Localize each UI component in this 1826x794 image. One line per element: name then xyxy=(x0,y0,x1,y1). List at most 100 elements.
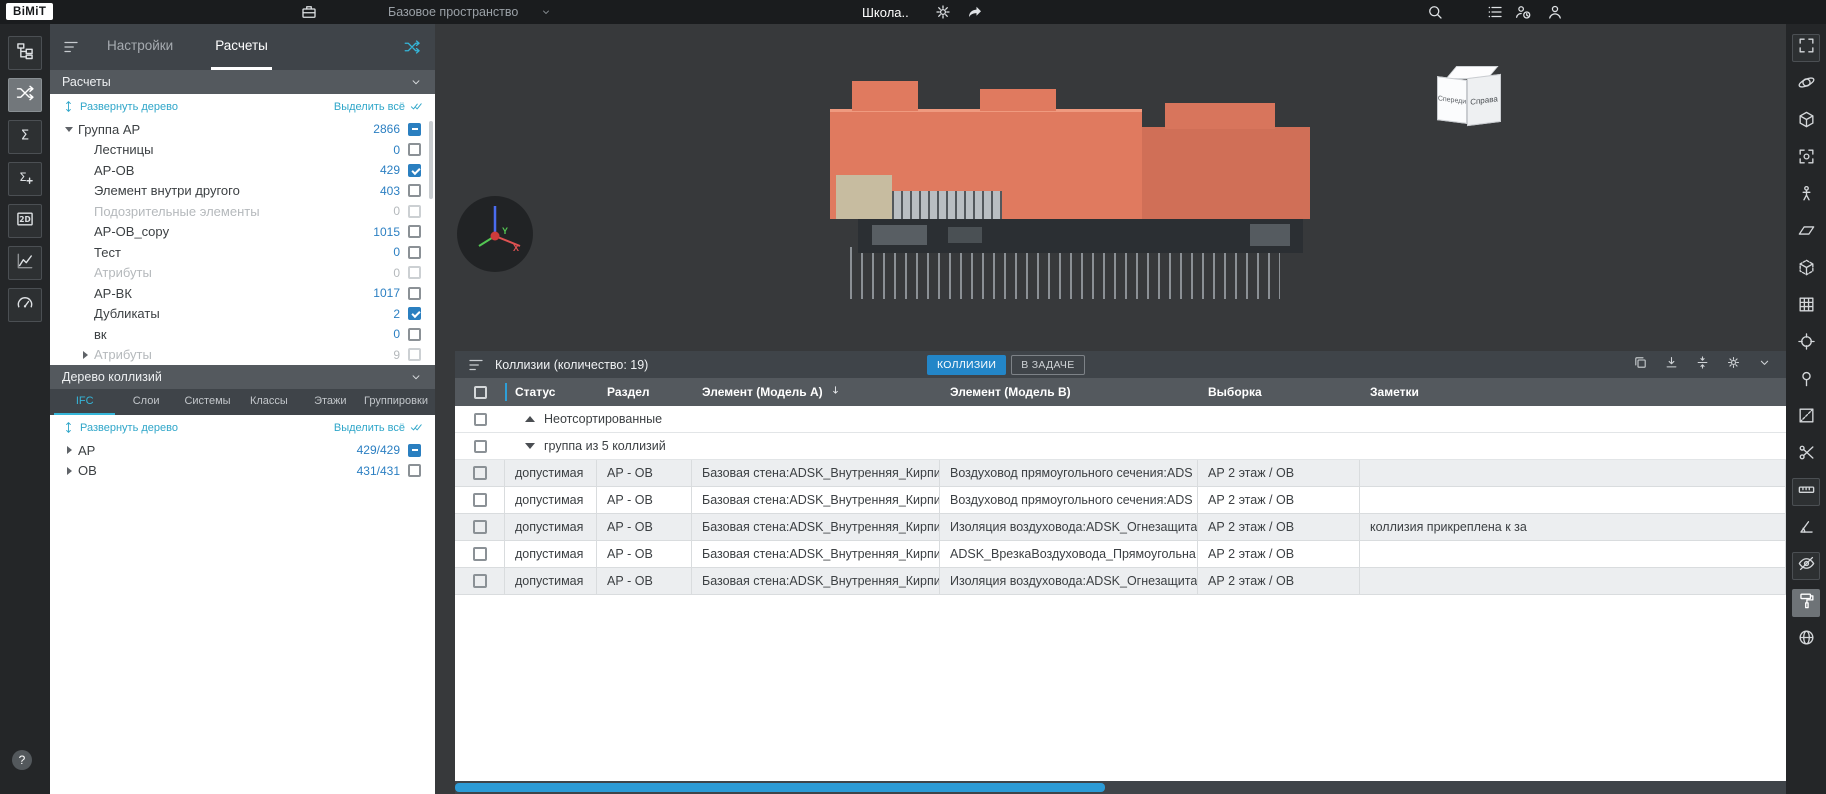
tree-item[interactable]: Атрибуты0 xyxy=(50,263,435,284)
expander-icon[interactable] xyxy=(62,467,76,475)
tree-item-checkbox[interactable] xyxy=(408,205,421,218)
collision-tree-section-header[interactable]: Дерево коллизий xyxy=(50,365,435,389)
column-header-notes[interactable]: Заметки xyxy=(1360,378,1786,406)
select-all-checkbox[interactable] xyxy=(474,386,487,399)
view-cube-right-face[interactable]: Справа xyxy=(1467,74,1501,126)
row-checkbox[interactable] xyxy=(473,493,487,507)
tree-item-checkbox[interactable] xyxy=(408,123,421,136)
search-icon[interactable] xyxy=(1426,0,1444,24)
duplicate-icon[interactable] xyxy=(1633,355,1648,375)
tool-pin-view[interactable] xyxy=(1792,367,1820,395)
workspace-chevron-down-icon[interactable] xyxy=(540,0,552,24)
tree-item-checkbox[interactable] xyxy=(408,328,421,341)
tree-item[interactable]: вк0 xyxy=(50,324,435,345)
view-cube-front-face[interactable]: Спереди xyxy=(1437,76,1467,124)
tool-grid-view[interactable] xyxy=(1792,293,1820,321)
tree-item-checkbox[interactable] xyxy=(408,184,421,197)
calculations-section-header[interactable]: Расчеты xyxy=(50,70,435,94)
tool-dashboard[interactable] xyxy=(8,288,42,322)
group-expander-icon[interactable] xyxy=(525,443,535,449)
collision-row[interactable]: допустимаяАР - ОВБазовая стена:ADSK_Внут… xyxy=(455,514,1786,541)
column-header-element-b[interactable]: Элемент (Модель B) xyxy=(940,378,1198,406)
tree-item-checkbox[interactable] xyxy=(408,287,421,300)
panel-menu-icon[interactable] xyxy=(62,38,80,56)
project-settings-gear-icon[interactable] xyxy=(934,0,952,24)
tool-walkthrough[interactable] xyxy=(1792,182,1820,210)
tree-item-checkbox[interactable] xyxy=(408,143,421,156)
select-all-link[interactable]: Выделить всё xyxy=(334,421,423,434)
tree-item-checkbox[interactable] xyxy=(408,266,421,279)
tool-drawings-2d[interactable]: 2D xyxy=(8,204,42,238)
collision-menu-icon[interactable] xyxy=(467,356,485,374)
tab-settings[interactable]: Настройки xyxy=(103,24,177,70)
tool-focus-selection[interactable] xyxy=(1792,145,1820,173)
group-row[interactable]: Неотсортированные xyxy=(455,406,1786,433)
select-all-link[interactable]: Выделить всё xyxy=(334,100,423,113)
column-header-status[interactable]: Статус xyxy=(505,378,597,406)
tree-item[interactable]: Лестницы0 xyxy=(50,140,435,161)
collision-row[interactable]: допустимаяАР - ОВБазовая стена:ADSK_Внут… xyxy=(455,568,1786,595)
building-model[interactable] xyxy=(830,79,1330,324)
account-icon[interactable] xyxy=(1546,0,1564,24)
tree-item-checkbox[interactable] xyxy=(408,348,421,361)
tree-filter-tab-2[interactable]: Системы xyxy=(177,389,238,415)
tool-collisions[interactable] xyxy=(8,78,42,112)
group-expander-icon[interactable] xyxy=(525,416,535,422)
menu-list-icon[interactable] xyxy=(1486,0,1504,24)
tree-filter-tab-1[interactable]: Слои xyxy=(115,389,176,415)
tree-item-checkbox[interactable] xyxy=(408,225,421,238)
column-header-selection[interactable]: Выборка xyxy=(1198,378,1360,406)
tool-cut-elements[interactable] xyxy=(1792,441,1820,469)
row-checkbox[interactable] xyxy=(473,547,487,561)
tree-filter-tab-3[interactable]: Классы xyxy=(238,389,299,415)
collision-row[interactable]: допустимаяАР - ОВБазовая стена:ADSK_Внут… xyxy=(455,541,1786,568)
scrollbar-thumb[interactable] xyxy=(455,783,1105,792)
tool-paint-selection[interactable] xyxy=(1792,589,1820,617)
tool-orbit[interactable] xyxy=(1792,71,1820,99)
help-button[interactable]: ? xyxy=(12,750,32,770)
tool-fit-view[interactable] xyxy=(1792,34,1820,62)
tree-item[interactable]: Тест0 xyxy=(50,242,435,263)
expander-icon[interactable] xyxy=(78,351,92,359)
expander-icon[interactable] xyxy=(62,446,76,454)
tool-add-calculation[interactable]: Σ xyxy=(8,162,42,196)
collision-row[interactable]: допустимаяАР - ОВБазовая стена:ADSK_Внут… xyxy=(455,460,1786,487)
group-checkbox[interactable] xyxy=(474,413,487,426)
tool-charts[interactable] xyxy=(8,246,42,280)
expander-icon[interactable] xyxy=(62,127,76,132)
tool-select-cube[interactable] xyxy=(1792,108,1820,136)
column-header-section[interactable]: Раздел xyxy=(597,378,692,406)
group-row[interactable]: группа из 5 коллизий xyxy=(455,433,1786,460)
column-header-element-a[interactable]: Элемент (Модель A) xyxy=(692,378,940,406)
tree-item-checkbox[interactable] xyxy=(408,164,421,177)
collapse-section-icon[interactable] xyxy=(409,75,423,89)
tree-item[interactable]: АР429/429 xyxy=(50,440,435,461)
tree-item[interactable]: Подозрительные элементы0 xyxy=(50,201,435,222)
row-checkbox[interactable] xyxy=(473,466,487,480)
workspace-selector[interactable]: Базовое пространство xyxy=(388,0,518,24)
tree-item[interactable]: Дубликаты2 xyxy=(50,304,435,325)
tool-section-plane[interactable] xyxy=(1792,219,1820,247)
view-cube[interactable]: Спереди Справа xyxy=(1435,66,1503,128)
share-icon[interactable] xyxy=(966,0,984,24)
tree-filter-tab-4[interactable]: Этажи xyxy=(300,389,361,415)
axis-gizmo[interactable]: X Y xyxy=(457,196,533,272)
tool-angle-measure[interactable] xyxy=(1792,515,1820,543)
fit-rows-icon[interactable] xyxy=(1695,355,1710,375)
collisions-filter-button[interactable]: КОЛЛИЗИИ xyxy=(927,355,1006,375)
tool-hide-elements[interactable] xyxy=(1792,552,1820,580)
tree-item-checkbox[interactable] xyxy=(408,444,421,457)
tool-measure[interactable] xyxy=(1792,478,1820,506)
tree-item-checkbox[interactable] xyxy=(408,246,421,259)
tree-item[interactable]: Атрибуты9 xyxy=(50,345,435,366)
tool-section-box[interactable] xyxy=(1792,256,1820,284)
tool-calculations[interactable]: Σ xyxy=(8,120,42,154)
group-checkbox[interactable] xyxy=(474,440,487,453)
user-activity-icon[interactable] xyxy=(1514,0,1532,24)
tree-item-checkbox[interactable] xyxy=(408,464,421,477)
in-task-filter-button[interactable]: В ЗАДАЧЕ xyxy=(1011,355,1084,375)
row-checkbox[interactable] xyxy=(473,574,487,588)
tree-item[interactable]: АР-ОВ429 xyxy=(50,160,435,181)
sort-descending-icon[interactable] xyxy=(829,384,842,400)
tree-item-checkbox[interactable] xyxy=(408,307,421,320)
